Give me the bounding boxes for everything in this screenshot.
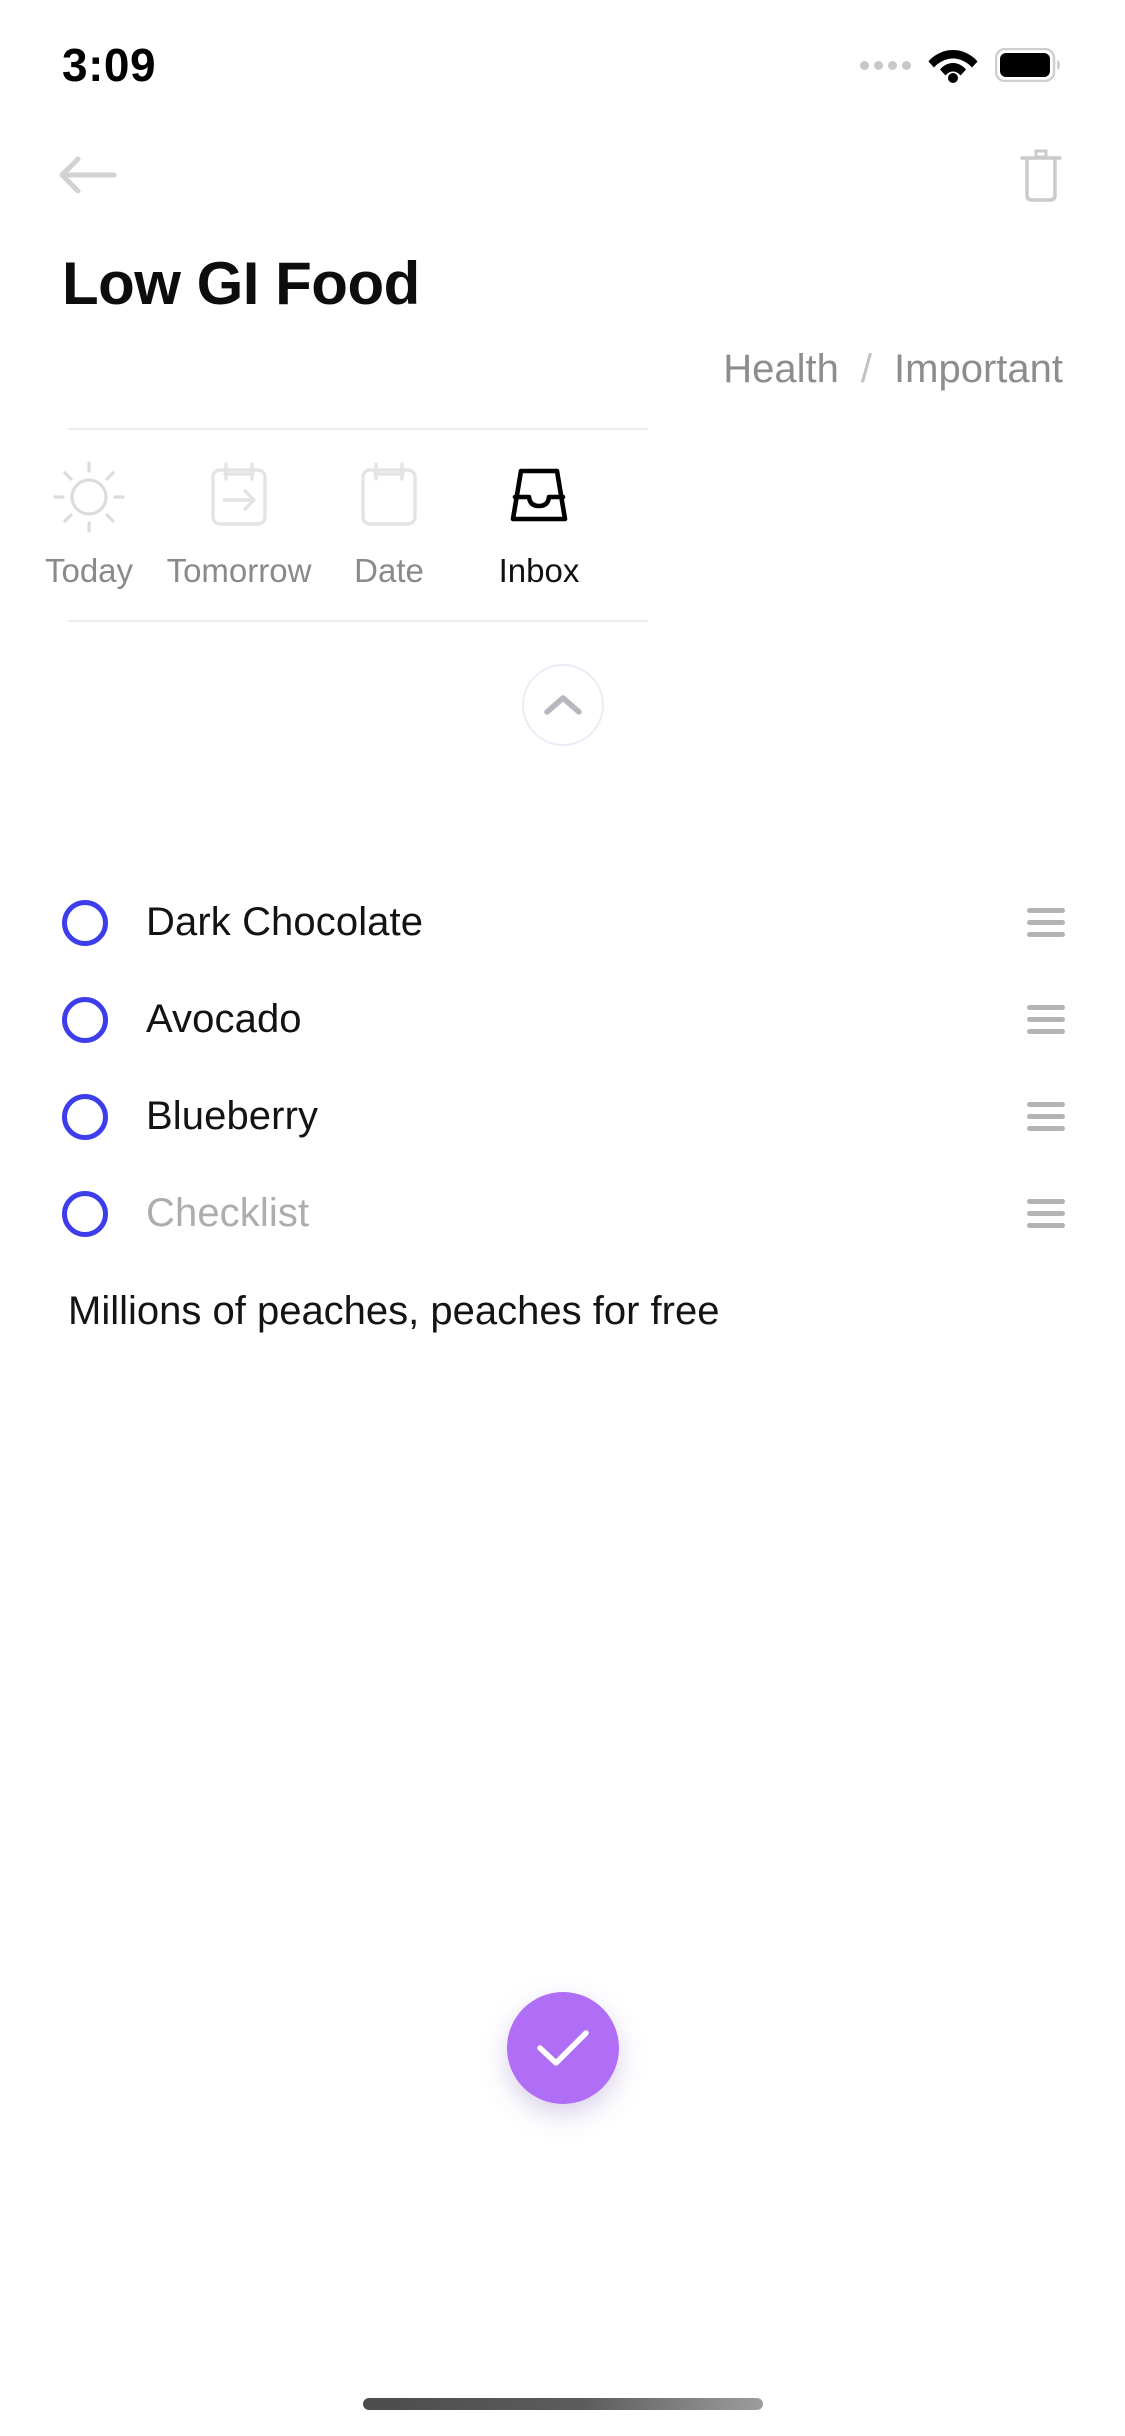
checklist-item[interactable]: Blueberry — [62, 1068, 1069, 1165]
inbox-tray-icon — [499, 458, 579, 536]
chevron-up-icon — [543, 695, 582, 715]
tab-today[interactable]: Today — [14, 430, 164, 591]
tab-label-today: Today — [44, 552, 134, 589]
checkbox-circle-icon[interactable] — [62, 1093, 108, 1140]
fab-container — [0, 1992, 1125, 2104]
home-indicator — [362, 2398, 763, 2410]
back-arrow-icon — [59, 156, 117, 194]
tab-inbox[interactable]: Inbox — [464, 430, 614, 591]
calendar-icon — [350, 458, 428, 536]
collapse-button[interactable] — [521, 664, 604, 746]
checklist-item-label[interactable]: Blueberry — [146, 1094, 1027, 1139]
checklist-item[interactable]: Dark Chocolate — [62, 874, 1069, 971]
page-title[interactable]: Low GI Food — [62, 252, 1063, 315]
wifi-icon — [928, 50, 978, 83]
check-icon — [536, 2030, 589, 2066]
checkbox-circle-icon[interactable] — [62, 996, 108, 1043]
task-tags: Health / Important — [0, 315, 1125, 392]
checklist-item-label[interactable]: Dark Chocolate — [146, 900, 1027, 945]
tab-tomorrow[interactable]: Tomorrow — [164, 430, 314, 591]
checklist-item-new[interactable]: Checklist — [62, 1165, 1069, 1262]
status-bar: 3:09 — [0, 0, 1125, 120]
checkbox-circle-icon[interactable] — [62, 1190, 108, 1237]
checklist-new-item-placeholder[interactable]: Checklist — [146, 1191, 1027, 1236]
delete-button[interactable] — [1019, 147, 1063, 203]
tab-label-date: Date — [354, 552, 424, 589]
task-note[interactable]: Millions of peaches, peaches for free — [0, 1262, 1125, 1338]
back-button[interactable] — [56, 152, 120, 198]
drag-handle-icon[interactable] — [1027, 1102, 1065, 1131]
checklist-item-label[interactable]: Avocado — [146, 997, 1027, 1042]
drag-handle-icon[interactable] — [1027, 1199, 1065, 1228]
drag-handle-icon[interactable] — [1027, 908, 1065, 937]
tab-date[interactable]: Date — [314, 430, 464, 591]
nav-bar — [0, 120, 1125, 230]
schedule-tabs: Today Tomorrow Date Inbox — [0, 430, 1125, 620]
collapse-section — [0, 622, 1125, 746]
status-indicators — [860, 36, 1063, 84]
tab-label-inbox: Inbox — [498, 552, 580, 589]
title-section: Low GI Food — [0, 230, 1125, 315]
battery-icon — [995, 48, 1060, 82]
checklist-item[interactable]: Avocado — [62, 971, 1069, 1068]
tab-label-tomorrow: Tomorrow — [166, 552, 312, 589]
tag-list[interactable]: Health — [723, 347, 839, 392]
signal-dots-icon — [860, 60, 911, 70]
complete-task-button[interactable] — [506, 1992, 619, 2104]
drag-handle-icon[interactable] — [1027, 1005, 1065, 1034]
status-time: 3:09 — [62, 39, 157, 91]
sun-icon — [50, 458, 128, 536]
checkbox-circle-icon[interactable] — [62, 899, 108, 946]
tag-separator: / — [860, 347, 873, 391]
checklist: Dark Chocolate Avocado Blueberry Checkli… — [0, 874, 1125, 1262]
trash-icon — [1020, 149, 1062, 202]
calendar-arrow-icon — [200, 458, 278, 536]
tag-priority[interactable]: Important — [894, 347, 1063, 392]
